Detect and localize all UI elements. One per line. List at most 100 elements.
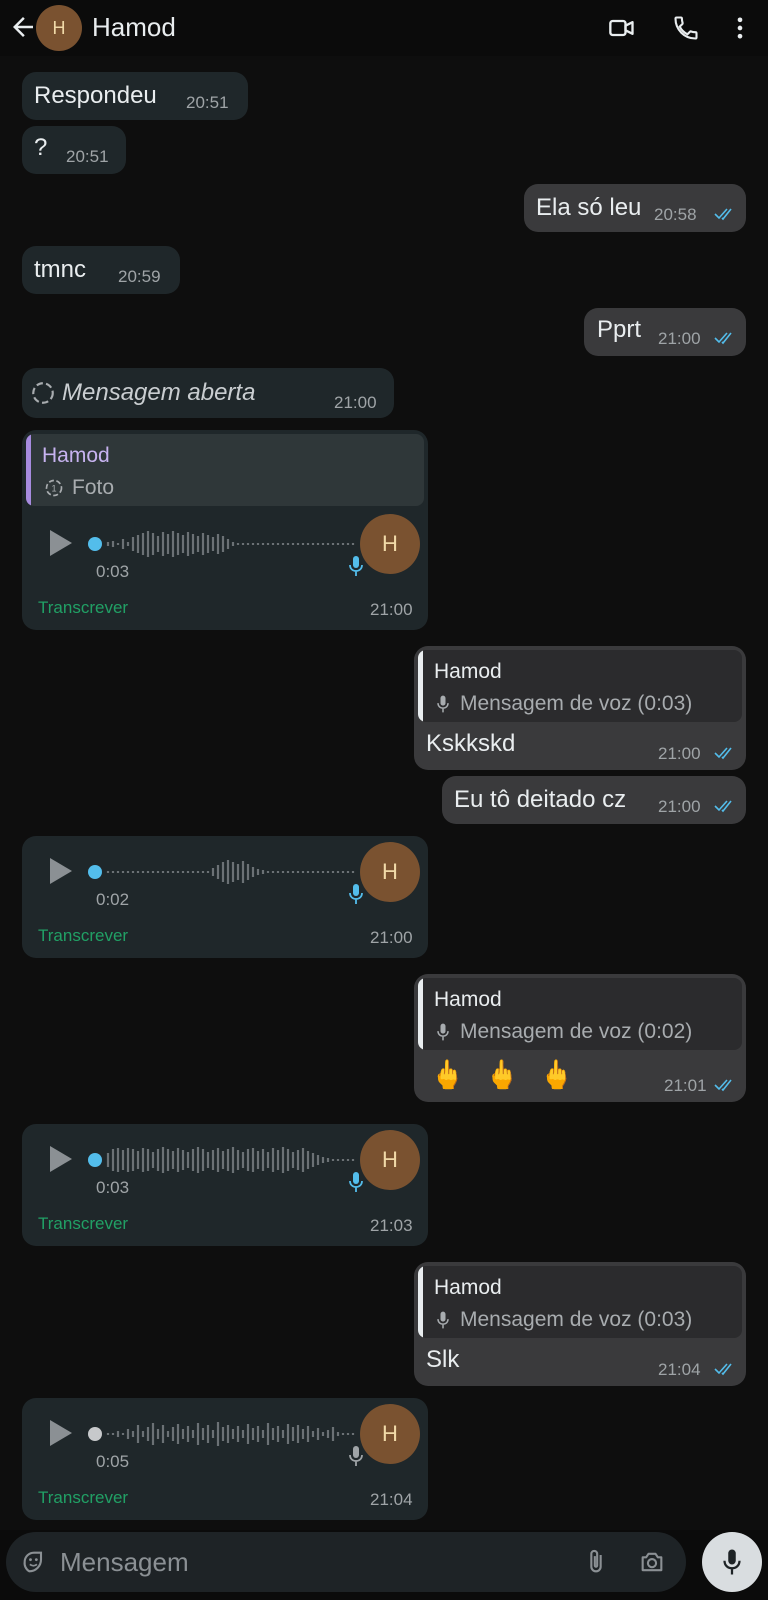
attach-icon[interactable]	[582, 1548, 610, 1576]
phone-icon[interactable]	[672, 14, 700, 42]
voice-duration: 0:05	[96, 1452, 130, 1471]
incoming-message[interactable]: ? 20:51	[22, 126, 126, 174]
transcribe-button[interactable]: Transcrever	[38, 926, 128, 946]
quote-author: Hamod	[434, 1276, 502, 1299]
voice-record-button[interactable]	[702, 1532, 762, 1592]
incoming-voice-message[interactable]: Hamod 1 Foto 0:03 H Transcrever 21:00	[22, 430, 428, 630]
quoted-message[interactable]: Hamod Mensagem de voz (0:02)	[418, 978, 742, 1050]
incoming-voice-message[interactable]: 0:02 H Transcrever 21:00	[22, 836, 428, 958]
quoted-message[interactable]: Hamod 1 Foto	[26, 434, 424, 506]
transcribe-button[interactable]: Transcrever	[38, 1214, 128, 1234]
message-text: Eu tô deitado cz	[454, 786, 627, 813]
read-receipt-icon	[714, 1079, 732, 1092]
quote-bar	[418, 978, 423, 1050]
outgoing-reply-message[interactable]: Hamod Mensagem de voz (0:02) 🖕 🖕 🖕 21:01	[414, 974, 746, 1102]
voice-progress-dot[interactable]	[88, 537, 102, 551]
quote-text: Mensagem de voz (0:03)	[460, 1308, 693, 1331]
message-composer[interactable]: Mensagem	[6, 1532, 686, 1592]
message-text: ?	[34, 134, 48, 161]
camera-icon[interactable]	[638, 1548, 666, 1576]
contact-avatar[interactable]: H	[36, 5, 82, 51]
outgoing-message[interactable]: Ela só leu 20:58	[524, 184, 746, 232]
play-button[interactable]	[50, 530, 72, 556]
message-text: Pprt	[597, 316, 642, 343]
message-time: 20:59	[118, 267, 161, 286]
message-time: 20:51	[66, 147, 109, 166]
play-button[interactable]	[50, 1420, 72, 1446]
quote-bar	[418, 650, 423, 722]
more-vert-icon[interactable]	[726, 14, 754, 42]
voice-waveform	[106, 531, 355, 557]
message-time: 20:51	[186, 93, 229, 112]
message-text: Respondeu	[34, 82, 157, 109]
quote-text: Foto	[72, 476, 115, 499]
voice-waveform	[106, 1422, 355, 1446]
incoming-view-once-message[interactable]: Mensagem aberta 21:00	[22, 368, 394, 418]
voice-progress-dot[interactable]	[88, 865, 102, 879]
message-text: tmnc	[34, 256, 87, 283]
quote-author: Hamod	[434, 988, 502, 1011]
message-time: 21:00	[370, 928, 413, 947]
quote-author: Hamod	[434, 660, 502, 683]
message-time: 21:00	[658, 329, 701, 348]
svg-text:1: 1	[51, 483, 56, 493]
voice-duration: 0:03	[96, 562, 130, 581]
outgoing-message[interactable]: Pprt 21:00	[584, 308, 746, 356]
mic-icon	[349, 1446, 363, 1466]
read-receipt-icon	[714, 208, 732, 221]
contact-name[interactable]: Hamod	[92, 12, 176, 43]
message-input[interactable]: Mensagem	[60, 1547, 189, 1578]
quote-text: Mensagem de voz (0:02)	[460, 1020, 693, 1043]
video-call-icon[interactable]	[608, 14, 636, 42]
play-button[interactable]	[50, 858, 72, 884]
outgoing-message[interactable]: Eu tô deitado cz 21:00	[442, 776, 746, 824]
message-time: 21:03	[370, 1216, 413, 1235]
sticker-icon[interactable]	[20, 1548, 48, 1576]
transcribe-button[interactable]: Transcrever	[38, 1488, 128, 1508]
mic-icon	[349, 1172, 363, 1192]
message-text: Kskkskd	[426, 730, 516, 757]
message-list[interactable]: Respondeu 20:51 ? 20:51 Ela só leu 20:58…	[0, 56, 768, 1530]
mic-icon	[437, 695, 449, 713]
outgoing-reply-message[interactable]: Hamod Mensagem de voz (0:03) Slk 21:04	[414, 1262, 746, 1386]
message-time: 21:04	[658, 1360, 701, 1379]
quote-author: Hamod	[42, 444, 110, 467]
mic-icon	[437, 1023, 449, 1041]
incoming-voice-message[interactable]: 0:03 H Transcrever 21:03	[22, 1124, 428, 1246]
sender-avatar: H	[360, 1404, 420, 1464]
play-button[interactable]	[50, 1146, 72, 1172]
voice-waveform	[106, 1147, 355, 1173]
read-receipt-icon	[714, 800, 732, 813]
quote-bar	[26, 434, 31, 506]
incoming-voice-message[interactable]: 0:05 H Transcrever 21:04	[22, 1398, 428, 1520]
voice-progress-dot[interactable]	[88, 1427, 102, 1441]
voice-waveform	[106, 860, 355, 884]
quote-bar	[418, 1266, 423, 1338]
chat-header: H Hamod	[0, 0, 768, 56]
message-time: 20:58	[654, 205, 697, 224]
back-arrow-icon[interactable]	[8, 12, 38, 42]
read-receipt-icon	[714, 332, 732, 345]
sender-avatar: H	[360, 1130, 420, 1190]
message-time: 21:00	[370, 600, 413, 619]
message-time: 21:00	[658, 797, 701, 816]
mic-icon	[349, 556, 363, 576]
view-once-icon: 1	[45, 479, 63, 497]
voice-duration: 0:02	[96, 890, 130, 909]
incoming-message[interactable]: Respondeu 20:51	[22, 72, 248, 120]
quoted-message[interactable]: Hamod Mensagem de voz (0:03)	[418, 650, 742, 722]
quoted-message[interactable]: Hamod Mensagem de voz (0:03)	[418, 1266, 742, 1338]
message-text: Ela só leu	[536, 194, 642, 221]
voice-duration: 0:03	[96, 1178, 130, 1197]
voice-progress-dot[interactable]	[88, 1153, 102, 1167]
message-text: Mensagem aberta	[62, 379, 256, 406]
mic-icon	[437, 1311, 449, 1329]
message-text: Slk	[426, 1346, 460, 1373]
incoming-message[interactable]: tmnc 20:59	[22, 246, 180, 294]
mic-icon	[723, 1549, 741, 1575]
sender-avatar: H	[360, 842, 420, 902]
transcribe-button[interactable]: Transcrever	[38, 598, 128, 618]
sender-avatar: H	[360, 514, 420, 574]
outgoing-reply-message[interactable]: Hamod Mensagem de voz (0:03) Kskkskd 21:…	[414, 646, 746, 770]
read-receipt-icon	[714, 747, 732, 760]
